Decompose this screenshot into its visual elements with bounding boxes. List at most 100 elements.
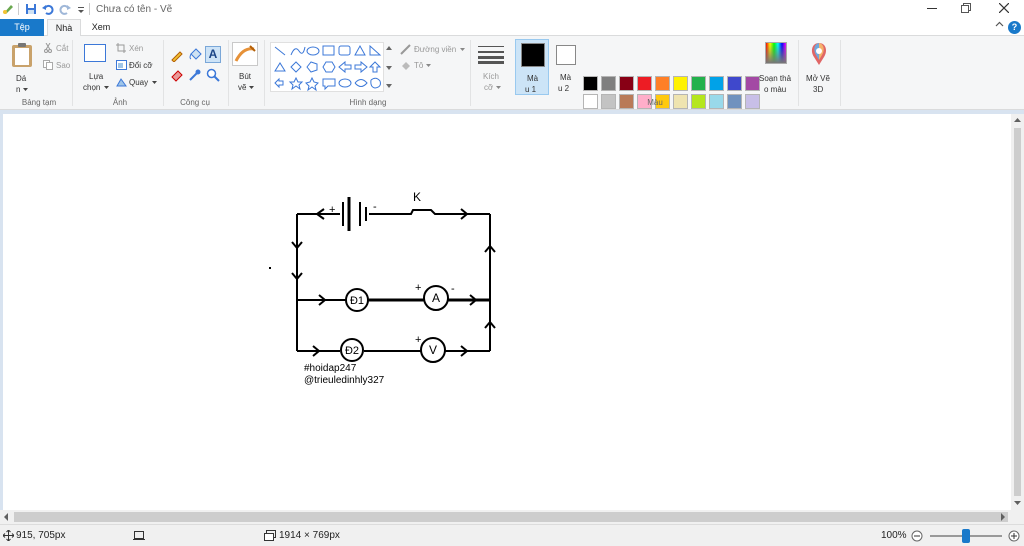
- canvas-size: 1914 × 769px: [279, 530, 340, 541]
- magnifier-icon[interactable]: [206, 68, 220, 82]
- fill-dropdown-icon: [426, 64, 431, 67]
- paste-button[interactable]: Dá n: [8, 40, 36, 94]
- color-swatch[interactable]: [655, 76, 670, 91]
- open-paint3d-button[interactable]: Mở Vẽ 3D: [803, 40, 835, 96]
- size-label-2: cỡ: [484, 83, 494, 92]
- edit-colors-button[interactable]: Soạn thả o màu: [758, 40, 794, 96]
- resize-button[interactable]: Đổi cỡ: [129, 61, 152, 70]
- shapes-group-label: Hình dạng: [349, 98, 387, 107]
- lamp2-label: Đ2: [345, 345, 359, 357]
- copy-button[interactable]: Sao: [56, 61, 70, 70]
- help-button[interactable]: ?: [1008, 21, 1021, 34]
- color-swatch[interactable]: [619, 76, 634, 91]
- color-swatch[interactable]: [727, 76, 742, 91]
- brushes-button[interactable]: Bút vẽ: [231, 40, 259, 96]
- text-tool-icon[interactable]: A: [205, 46, 221, 63]
- brush-icon: [232, 42, 258, 66]
- clipboard-group-label: Bảng tạm: [21, 98, 57, 107]
- restore-button[interactable]: [956, 1, 976, 17]
- color2-button[interactable]: Mà u 2: [552, 39, 580, 95]
- zoom-out-icon[interactable]: [911, 530, 923, 542]
- canvas-workspace: K + - Đ1 A + - Đ2 V + #hoidap247 @trieul…: [0, 110, 1024, 510]
- tab-file[interactable]: Tệp: [0, 19, 44, 36]
- color-swatch[interactable]: [691, 76, 706, 91]
- ammeter-label: A: [432, 291, 440, 305]
- crop-button[interactable]: Xén: [129, 44, 143, 53]
- paint3d-icon: [811, 43, 827, 65]
- minimize-icon: [927, 8, 937, 9]
- size-button[interactable]: Kích cỡ: [476, 40, 506, 96]
- color-swatch[interactable]: [745, 94, 760, 109]
- customize-toolbar-icon[interactable]: [75, 3, 87, 15]
- cut-icon: [44, 43, 52, 53]
- copy-icon: [43, 60, 53, 70]
- save-icon[interactable]: [25, 3, 37, 15]
- color-swatch[interactable]: [601, 94, 616, 109]
- select-button[interactable]: Lựa chọn: [80, 42, 110, 92]
- title-bar: Chưa có tên - Vẽ: [0, 0, 1024, 19]
- cursor-position-icon: [3, 530, 14, 541]
- color-swatch[interactable]: [673, 76, 688, 91]
- scroll-up-icon[interactable]: [1014, 117, 1021, 123]
- horizontal-scroll-thumb[interactable]: [14, 512, 1008, 522]
- close-button[interactable]: [994, 1, 1014, 17]
- fill-button[interactable]: Tô: [414, 61, 423, 70]
- color-swatch[interactable]: [583, 76, 598, 91]
- scroll-right-icon[interactable]: [1000, 513, 1006, 521]
- eraser-icon[interactable]: [170, 68, 184, 82]
- size-label-1: Kích: [483, 72, 500, 81]
- window-title: Chưa có tên - Vẽ: [96, 4, 173, 15]
- vertical-scroll-thumb[interactable]: [1014, 128, 1021, 496]
- select-sub-label: chọn: [83, 83, 101, 92]
- shapes-scroll-icon[interactable]: [386, 44, 392, 90]
- pencil-icon[interactable]: [170, 48, 184, 62]
- color-picker-icon[interactable]: [188, 68, 202, 82]
- scroll-left-icon[interactable]: [3, 513, 9, 521]
- brushes-label-1: Bút: [239, 72, 252, 81]
- voltmeter-label: V: [429, 343, 437, 357]
- restore-icon: [961, 3, 971, 13]
- zoom-slider-thumb[interactable]: [962, 529, 970, 543]
- clipboard-icon: [12, 43, 32, 67]
- credit-line-1: #hoidap247: [304, 363, 357, 374]
- undo-icon[interactable]: [42, 3, 54, 15]
- color-swatch[interactable]: [637, 76, 652, 91]
- minimize-button[interactable]: [922, 1, 942, 17]
- color-swatch[interactable]: [709, 94, 724, 109]
- canvas-size-icon: [264, 530, 276, 541]
- tab-home[interactable]: Nhà: [47, 19, 81, 37]
- paste-dropdown-icon: [23, 88, 28, 91]
- color-swatch[interactable]: [601, 76, 616, 91]
- select-icon: [84, 44, 106, 62]
- status-bar: 915, 705px 1914 × 769px 100%: [0, 524, 1024, 546]
- color-swatch[interactable]: [691, 94, 706, 109]
- drawing-canvas[interactable]: K + - Đ1 A + - Đ2 V + #hoidap247 @trieul…: [3, 114, 1011, 510]
- color2-label-1: Mà: [560, 73, 572, 82]
- edit-colors-label-1: Soạn thả: [759, 74, 792, 83]
- color1-button[interactable]: Mà u 1: [515, 39, 549, 95]
- vertical-scrollbar[interactable]: [1011, 114, 1024, 510]
- cut-button[interactable]: Cắt: [56, 44, 68, 53]
- redo-icon[interactable]: [59, 3, 71, 15]
- outline-button[interactable]: Đường viền: [414, 45, 456, 54]
- shapes-gallery-icons: [274, 44, 382, 92]
- tab-view[interactable]: Xem: [84, 19, 118, 36]
- tools-group-label: Công cụ: [180, 98, 210, 107]
- ribbon-home: Dá n Cắt Sao Bảng tạm Lựa chọn Xén Đổi c…: [0, 36, 1024, 127]
- zoom-in-icon[interactable]: [1008, 530, 1020, 542]
- size-dropdown-icon: [496, 86, 501, 89]
- rotate-button[interactable]: Quay: [129, 78, 148, 87]
- color-swatch[interactable]: [709, 76, 724, 91]
- horizontal-scrollbar[interactable]: [0, 510, 1024, 524]
- color-swatch[interactable]: [727, 94, 742, 109]
- color-spectrum-icon: [765, 42, 787, 64]
- outline-icon: [400, 44, 411, 55]
- shapes-gallery[interactable]: [270, 42, 384, 92]
- zoom-level: 100%: [881, 530, 907, 541]
- brushes-label-2: vẽ: [238, 83, 247, 92]
- collapse-ribbon-icon[interactable]: [995, 20, 1004, 29]
- color-swatch[interactable]: [583, 94, 598, 109]
- fill-bucket-icon[interactable]: [188, 48, 202, 62]
- scroll-down-icon[interactable]: [1014, 500, 1021, 506]
- paint-app-icon: [3, 5, 13, 14]
